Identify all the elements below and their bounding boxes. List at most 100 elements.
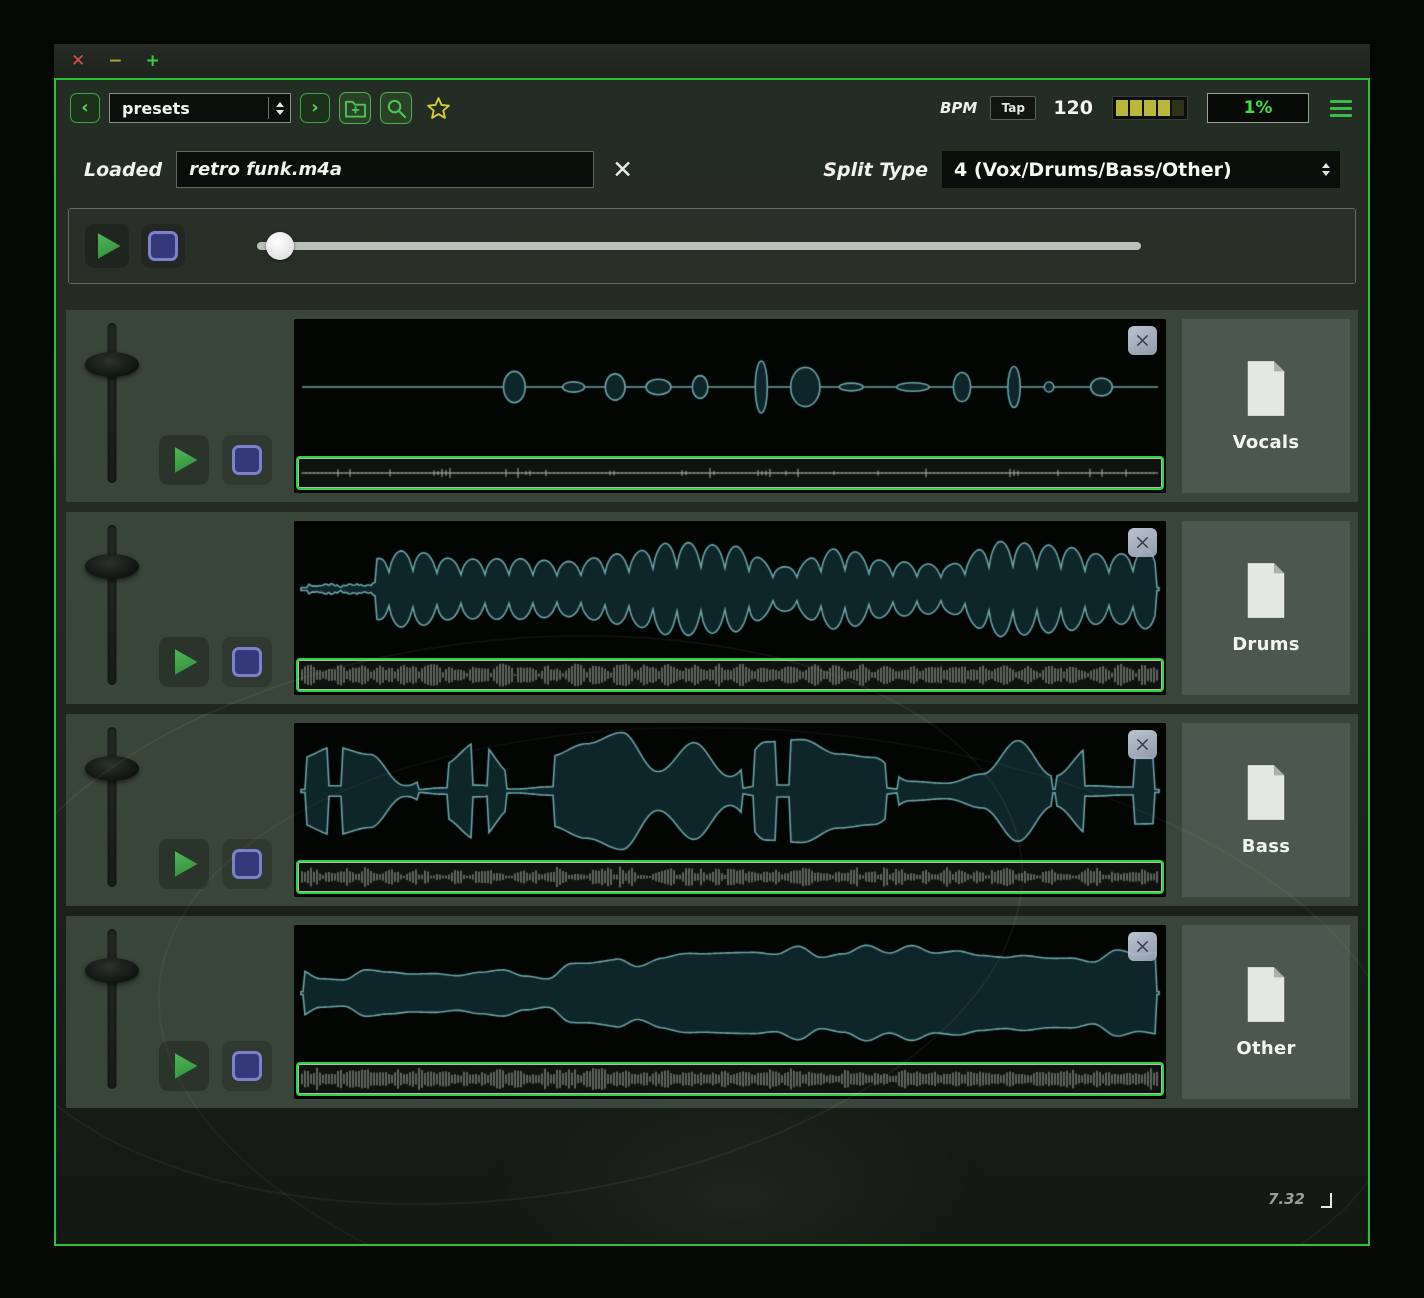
stem-export-panel[interactable]: Drums <box>1182 521 1350 695</box>
strip-waveform-canvas <box>300 864 1160 890</box>
stem-export-panel[interactable]: Vocals <box>1182 319 1350 493</box>
fader-knob[interactable] <box>85 554 139 579</box>
remove-stem-button[interactable] <box>1128 326 1157 355</box>
stem-stop-button[interactable] <box>222 435 272 485</box>
stem-stop-button[interactable] <box>222 839 272 889</box>
tap-tempo-button[interactable]: Tap <box>990 96 1036 120</box>
remove-stem-button[interactable] <box>1128 528 1157 557</box>
split-type-select[interactable]: 4 (Vox/Drums/Bass/Other) <box>942 151 1340 188</box>
select-spinner-icon <box>1315 159 1330 181</box>
progress-thumb[interactable] <box>266 232 294 260</box>
fader-track <box>108 323 117 483</box>
stem-export-panel[interactable]: Other <box>1182 925 1350 1099</box>
favorite-button[interactable] <box>421 91 455 125</box>
play-icon <box>175 447 198 473</box>
titlebar: ✕ − + <box>54 44 1370 78</box>
minimize-window-button[interactable]: − <box>108 53 122 70</box>
fader-knob[interactable] <box>85 756 139 781</box>
stop-icon <box>232 849 262 879</box>
select-spinner-icon <box>268 97 284 119</box>
app-content: ‹ presets › <box>54 78 1370 1246</box>
volume-fader[interactable] <box>80 723 144 897</box>
stem-list: Vocals <box>56 310 1368 1108</box>
stem-row-other: Other <box>66 916 1358 1108</box>
level-meter <box>1112 96 1188 120</box>
stem-strip[interactable] <box>296 1062 1164 1096</box>
remove-stem-button[interactable] <box>1128 730 1157 759</box>
waveform-canvas[interactable] <box>298 927 1162 1059</box>
stop-icon <box>232 647 262 677</box>
volume-fader[interactable] <box>80 925 144 1099</box>
fader-track <box>108 929 117 1089</box>
bpm-label: BPM <box>940 99 977 117</box>
stop-icon <box>232 1051 262 1081</box>
waveform-canvas[interactable] <box>298 523 1162 655</box>
menu-button[interactable] <box>1330 100 1352 117</box>
stem-controls <box>144 521 294 695</box>
stem-strip[interactable] <box>296 456 1164 490</box>
stop-icon <box>232 445 262 475</box>
strip-waveform-canvas <box>300 460 1160 486</box>
volume-fader[interactable] <box>80 521 144 695</box>
fader-track <box>108 525 117 685</box>
volume-fader[interactable] <box>80 319 144 493</box>
waveform-canvas[interactable] <box>298 725 1162 857</box>
close-icon <box>1135 737 1150 752</box>
waveform-display[interactable] <box>294 925 1166 1099</box>
waveform-display[interactable] <box>294 521 1166 695</box>
play-icon <box>98 233 121 259</box>
stem-export-panel[interactable]: Bass <box>1182 723 1350 897</box>
mix-display: 1% <box>1207 93 1309 123</box>
bpm-value: 120 <box>1053 97 1093 119</box>
transport-play-button[interactable] <box>85 224 129 268</box>
file-row: Loaded retro funk.m4a ✕ Split Type 4 (Vo… <box>56 151 1368 188</box>
strip-waveform-canvas <box>300 662 1160 688</box>
transport-panel <box>68 208 1356 284</box>
folder-plus-icon <box>344 98 367 118</box>
split-type-label: Split Type <box>823 159 928 181</box>
clear-file-button[interactable]: ✕ <box>612 157 633 182</box>
stem-play-button[interactable] <box>159 637 209 687</box>
meter-segment <box>1172 100 1184 116</box>
preset-forward-button[interactable]: › <box>300 93 330 123</box>
filename-field[interactable]: retro funk.m4a <box>176 151 594 188</box>
fader-knob[interactable] <box>85 352 139 377</box>
play-icon <box>175 851 198 877</box>
fader-knob[interactable] <box>85 958 139 983</box>
stem-strip[interactable] <box>296 860 1164 894</box>
preset-back-button[interactable]: ‹ <box>70 93 100 123</box>
loaded-label: Loaded <box>84 159 162 181</box>
stem-strip[interactable] <box>296 658 1164 692</box>
stem-label: Bass <box>1242 836 1291 857</box>
stem-play-button[interactable] <box>159 1041 209 1091</box>
waveform-display[interactable] <box>294 723 1166 897</box>
stem-play-button[interactable] <box>159 839 209 889</box>
strip-waveform-canvas <box>300 1066 1160 1092</box>
file-icon <box>1243 966 1289 1023</box>
close-icon <box>1135 939 1150 954</box>
remove-stem-button[interactable] <box>1128 932 1157 961</box>
search-icon <box>386 98 407 119</box>
toolbar: ‹ presets › <box>56 80 1368 125</box>
transport-stop-button[interactable] <box>141 224 185 268</box>
stem-label: Drums <box>1232 634 1300 655</box>
waveform-canvas[interactable] <box>298 321 1162 453</box>
stem-play-button[interactable] <box>159 435 209 485</box>
browse-button[interactable] <box>380 92 412 124</box>
star-icon <box>426 96 451 120</box>
stem-stop-button[interactable] <box>222 637 272 687</box>
meter-segment <box>1116 100 1128 116</box>
close-icon <box>1135 535 1150 550</box>
new-tab-button[interactable]: + <box>146 53 160 70</box>
text-cursor-icon <box>1321 1193 1332 1208</box>
stem-stop-button[interactable] <box>222 1041 272 1091</box>
preset-select[interactable]: presets <box>109 93 291 123</box>
close-window-button[interactable]: ✕ <box>71 53 85 70</box>
filename-text: retro funk.m4a <box>189 159 342 180</box>
footer: 7.32 <box>1268 1190 1332 1208</box>
progress-slider[interactable] <box>257 231 1141 261</box>
save-preset-button[interactable] <box>339 92 371 124</box>
play-icon <box>175 1053 198 1079</box>
waveform-display[interactable] <box>294 319 1166 493</box>
version-text: 7.32 <box>1268 1190 1305 1208</box>
